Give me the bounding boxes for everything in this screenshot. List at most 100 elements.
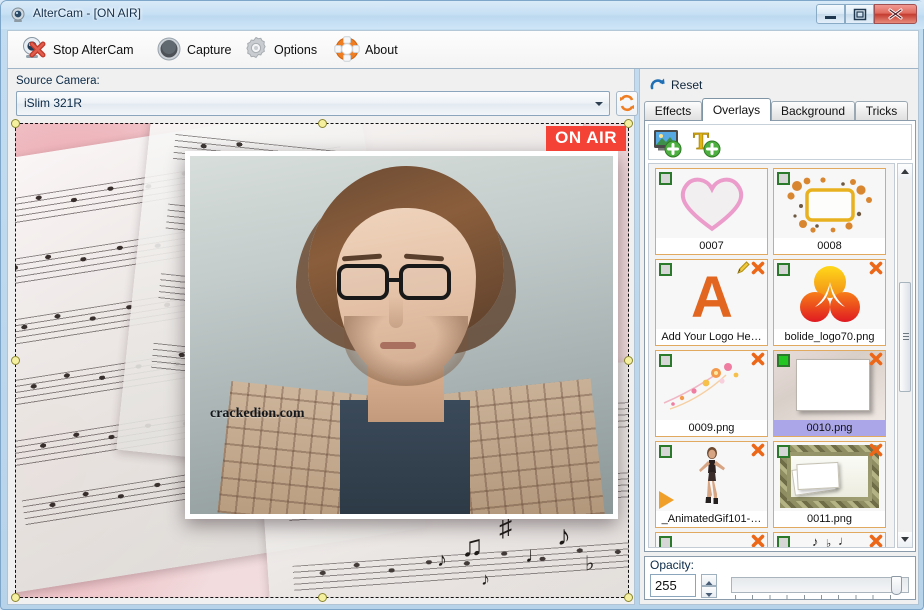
overlay-thumbnail-grid[interactable]: 0007 xyxy=(648,163,895,548)
minimize-button[interactable] xyxy=(816,4,845,24)
capture-label: Capture xyxy=(187,43,231,57)
list-item[interactable] xyxy=(655,532,768,548)
opacity-decrement-button[interactable] xyxy=(701,586,717,598)
opacity-slider-thumb[interactable] xyxy=(891,576,902,595)
delete-overlay-button[interactable] xyxy=(869,443,883,457)
stop-altercam-button[interactable]: Stop AlterCam xyxy=(14,33,140,67)
scrollbar-grip xyxy=(903,333,909,340)
overlay-enable-checkbox[interactable] xyxy=(777,263,790,276)
tab-background[interactable]: Background xyxy=(771,101,855,120)
delete-overlay-button[interactable] xyxy=(869,261,883,275)
source-camera-label: Source Camera: xyxy=(16,75,100,87)
list-item[interactable]: 0010.png xyxy=(773,350,886,437)
effects-pane: Reset Effects Overlays Background Tricks xyxy=(639,69,919,605)
refresh-swap-icon xyxy=(617,92,637,115)
scroll-down-arrow-icon[interactable] xyxy=(898,532,912,547)
overlay-enable-checkbox[interactable] xyxy=(659,172,672,185)
opacity-slider-ticks xyxy=(735,595,907,600)
opacity-increment-button[interactable] xyxy=(701,574,717,586)
delete-overlay-button[interactable] xyxy=(869,352,883,366)
video-preview[interactable]: ♪ ♫ ♯ ♩ ♪ ♭ ♪ xyxy=(15,123,629,598)
overlay-enable-checkbox[interactable] xyxy=(777,354,790,367)
capture-button[interactable]: Capture xyxy=(150,33,237,67)
reset-arrow-icon xyxy=(649,76,666,95)
status-bar xyxy=(2,604,922,608)
overlay-name-label: 0011.png xyxy=(774,511,885,527)
close-button[interactable] xyxy=(874,4,917,24)
overlay-list-scrollbar[interactable] xyxy=(897,163,913,548)
overlay-enable-checkbox[interactable] xyxy=(777,536,790,548)
delete-overlay-button[interactable] xyxy=(751,352,765,366)
preview-pane: Source Camera: iSlim 321R xyxy=(7,69,635,605)
overlay-name-label: 0008 xyxy=(774,238,885,254)
overlay-enable-checkbox[interactable] xyxy=(659,354,672,367)
delete-overlay-button[interactable] xyxy=(751,534,765,548)
delete-overlay-button[interactable] xyxy=(751,261,765,275)
opacity-label: Opacity: xyxy=(650,558,694,572)
tab-overlays-label: Overlays xyxy=(713,103,760,117)
edit-pencil-icon[interactable] xyxy=(736,261,750,275)
webcam-photo-card: crackedion.com xyxy=(185,151,618,519)
play-gif-icon[interactable] xyxy=(659,491,674,509)
webcam-portrait: crackedion.com xyxy=(190,156,613,514)
main-toolbar: Stop AlterCam Capture xyxy=(7,30,919,69)
source-camera-select[interactable]: iSlim 321R xyxy=(16,91,610,116)
tab-overlays[interactable]: Overlays xyxy=(702,98,771,121)
delete-overlay-button[interactable] xyxy=(869,534,883,548)
reset-button[interactable]: Reset xyxy=(646,75,705,95)
refresh-camera-button[interactable] xyxy=(616,91,638,116)
window-title: AlterCam - [ON AIR] xyxy=(33,6,141,20)
panel-tabs: Effects Overlays Background Tricks xyxy=(644,98,916,120)
list-item[interactable]: 0009.png xyxy=(655,350,768,437)
list-item[interactable]: 0011.png xyxy=(773,441,886,528)
overlay-enable-checkbox[interactable] xyxy=(777,445,790,458)
source-camera-value: iSlim 321R xyxy=(24,96,82,110)
delete-overlay-button[interactable] xyxy=(751,443,765,457)
tab-tricks-label: Tricks xyxy=(866,104,898,118)
tab-effects[interactable]: Effects xyxy=(644,101,702,120)
tab-effects-label: Effects xyxy=(655,104,691,118)
webcam-icon xyxy=(10,7,26,23)
reset-label: Reset xyxy=(671,78,702,92)
overlay-name-label: _AnimatedGif101-… xyxy=(656,511,767,527)
tab-background-label: Background xyxy=(781,104,845,118)
maximize-button[interactable] xyxy=(845,4,874,24)
list-item[interactable]: _AnimatedGif101-… xyxy=(655,441,768,528)
scrollbar-thumb[interactable] xyxy=(899,282,911,392)
overlay-enable-checkbox[interactable] xyxy=(777,172,790,185)
list-item[interactable]: 0008 xyxy=(773,168,886,255)
overlay-name-label: bolide_logo70.png xyxy=(774,329,885,345)
options-button[interactable]: Options xyxy=(237,33,323,67)
overlay-enable-checkbox[interactable] xyxy=(659,445,672,458)
overlay-add-toolbar: T xyxy=(648,124,912,160)
about-button[interactable]: About xyxy=(328,33,404,67)
overlay-enable-checkbox[interactable] xyxy=(659,263,672,276)
list-item[interactable]: ♪ ♭ ♩ xyxy=(773,532,886,548)
animated-girl-art xyxy=(688,444,736,510)
opacity-section: Opacity: xyxy=(644,556,916,600)
opacity-input[interactable] xyxy=(650,574,696,597)
heart-overlay-art xyxy=(674,172,750,232)
add-text-icon: T xyxy=(691,127,723,158)
bolide-logo-art xyxy=(798,264,862,326)
overlay-name-label: 0010.png xyxy=(774,420,885,436)
scroll-up-arrow-icon[interactable] xyxy=(898,164,912,179)
opacity-slider-track[interactable] xyxy=(731,577,909,593)
list-item[interactable]: 0007 xyxy=(655,168,768,255)
lifebuoy-icon xyxy=(334,36,360,65)
add-image-overlay-button[interactable] xyxy=(652,127,684,158)
overlay-enable-checkbox[interactable] xyxy=(659,536,672,548)
list-item[interactable]: A Add Your Logo He… xyxy=(655,259,768,346)
tab-tricks[interactable]: Tricks xyxy=(855,101,908,120)
capture-circle-icon xyxy=(156,36,182,65)
stop-altercam-label: Stop AlterCam xyxy=(53,43,134,57)
chevron-down-icon xyxy=(595,102,603,106)
add-text-overlay-button[interactable]: T xyxy=(691,127,723,158)
money-frame-overlay-art xyxy=(780,445,879,508)
floral-frame-overlay-art xyxy=(783,174,877,234)
overlay-name-label: 0007 xyxy=(656,238,767,254)
svg-text:A: A xyxy=(691,265,733,325)
list-item[interactable]: bolide_logo70.png xyxy=(773,259,886,346)
gear-icon xyxy=(243,36,269,65)
overlays-tab-panel: T 0007 xyxy=(644,120,916,552)
